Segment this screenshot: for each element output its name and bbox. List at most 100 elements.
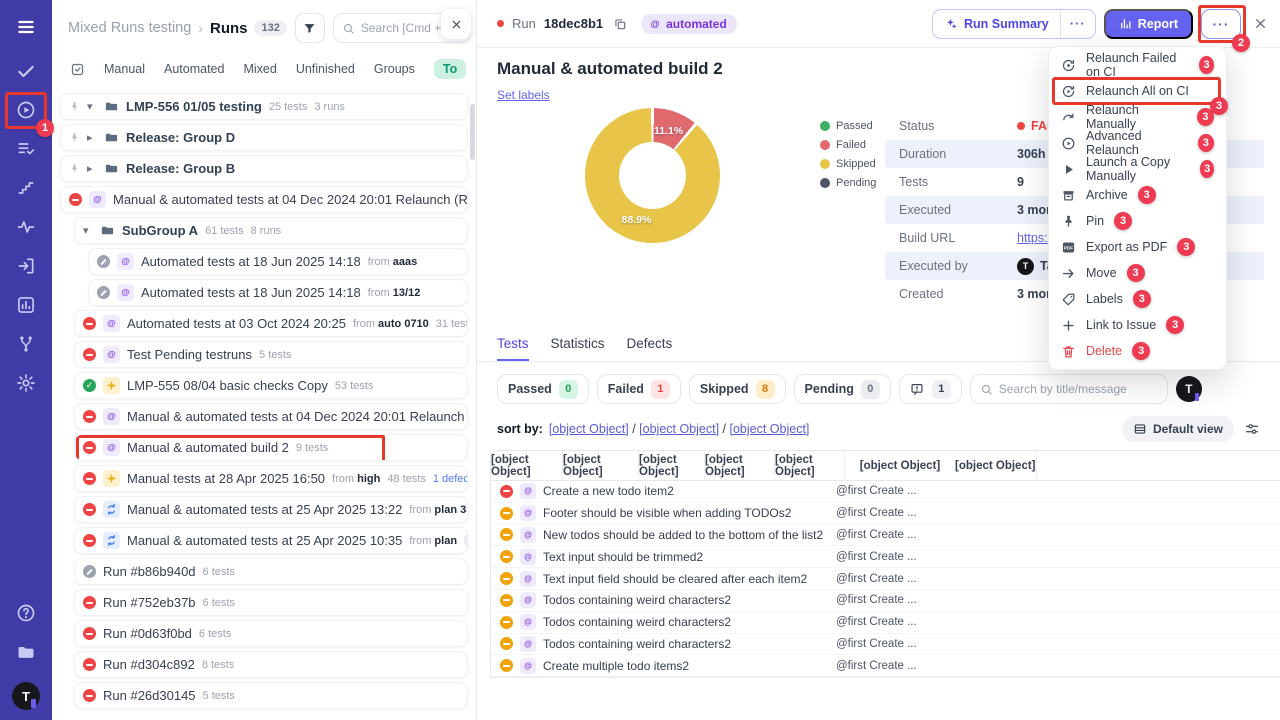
chevron-icon[interactable] xyxy=(83,224,93,237)
runs-filter-tab[interactable]: Unfinished xyxy=(296,62,355,76)
run-detail-tab[interactable]: Statistics xyxy=(551,336,605,361)
tests-search[interactable] xyxy=(969,374,1168,404)
settings-gear-icon[interactable] xyxy=(9,370,43,396)
table-column-header[interactable]: [object Object] xyxy=(775,451,845,480)
test-title[interactable]: Todos containing weird characters2 xyxy=(543,615,731,629)
runs-filter-tab[interactable]: Groups xyxy=(374,62,415,76)
runs-filter-tab[interactable]: Automated xyxy=(164,62,224,76)
table-column-header[interactable]: [object Object] xyxy=(705,451,775,480)
table-row[interactable]: Footer should be visible when adding TOD… xyxy=(491,503,1280,525)
table-row[interactable]: New todos should be added to the bottom … xyxy=(491,525,1280,547)
branches-icon[interactable] xyxy=(9,331,43,357)
more-actions-button[interactable]: ··· xyxy=(1201,8,1241,39)
run-list-item[interactable]: Test Pending testruns 5 tests ⚙ xyxy=(74,341,468,368)
runs-filter-tab[interactable]: To xyxy=(433,59,467,79)
runs-filter-tab[interactable]: Manual xyxy=(104,62,145,76)
panel-close-button[interactable] xyxy=(441,9,471,39)
scrollbar-thumb[interactable] xyxy=(470,104,475,160)
sort-option-link[interactable]: [object Object] xyxy=(639,422,729,436)
table-row[interactable]: Text input field should be cleared after… xyxy=(491,568,1280,590)
automated-badge[interactable]: automated xyxy=(641,13,737,34)
test-title[interactable]: Text input field should be cleared after… xyxy=(543,572,807,586)
menu-item[interactable]: Pin 3 xyxy=(1049,208,1226,234)
status-filter-chip[interactable]: Failed 1 xyxy=(596,374,681,404)
user-avatar[interactable]: T xyxy=(12,682,40,710)
menu-item[interactable]: Relaunch Manually 3 xyxy=(1049,103,1226,131)
chevron-icon[interactable] xyxy=(87,131,97,144)
analytics-icon[interactable] xyxy=(9,292,43,318)
run-detail-tab[interactable]: Tests xyxy=(497,336,529,361)
run-list-item[interactable]: Automated tests at 03 Oct 2024 20:25 fro… xyxy=(74,310,468,337)
run-list-item[interactable]: Manual & automated tests at 25 Apr 2025 … xyxy=(74,527,468,554)
run-list-item[interactable]: Manual & automated build 2 9 tests ⚙ xyxy=(74,434,468,461)
test-suite[interactable]: @first Create ... xyxy=(836,507,976,519)
test-title[interactable]: Create a new todo item2 xyxy=(543,484,674,498)
chevron-icon[interactable] xyxy=(87,100,97,113)
test-suite[interactable]: @first Create ... xyxy=(836,551,976,563)
chevron-icon[interactable] xyxy=(87,162,97,175)
test-suite[interactable]: @first Create ... xyxy=(836,573,976,585)
table-row[interactable]: Create multiple todo items2 @first Creat… xyxy=(491,655,1280,678)
test-title[interactable]: New todos should be added to the bottom … xyxy=(543,528,823,542)
run-detail-tab[interactable]: Defects xyxy=(627,336,673,361)
pulse-icon[interactable] xyxy=(9,214,43,240)
test-suite[interactable]: @first Create ... xyxy=(836,660,976,672)
table-column-header[interactable]: [object Object] xyxy=(845,451,955,480)
run-list-item[interactable]: Manual & automated tests at 04 Dec 2024 … xyxy=(60,186,468,213)
close-icon[interactable] xyxy=(1253,16,1268,31)
menu-item[interactable]: Launch a Copy Manually 3 xyxy=(1049,155,1226,183)
run-defects-count[interactable]: 1 defects xyxy=(433,473,467,485)
menu-item[interactable]: Delete 3 xyxy=(1049,338,1226,364)
set-labels-link[interactable]: Set labels xyxy=(497,88,550,102)
run-list-item[interactable]: Run #d304c892 8 tests ⚙ xyxy=(74,651,468,678)
menu-item[interactable]: Advanced Relaunch 3 xyxy=(1049,129,1226,157)
menu-item[interactable]: Archive 3 xyxy=(1049,182,1226,208)
run-list-item[interactable]: Run #b86b940d 6 tests ⚙ xyxy=(74,558,468,585)
run-list-item[interactable]: Run #0d63f0bd 6 tests ⚙ xyxy=(74,620,468,647)
sort-option-link[interactable]: [object Object] xyxy=(549,422,639,436)
table-row[interactable]: Create a new todo item2 @first Create ..… xyxy=(491,481,1280,503)
table-column-header[interactable]: [object Object] xyxy=(955,451,1037,480)
checks-icon[interactable] xyxy=(9,58,43,84)
test-suite[interactable]: @first Create ... xyxy=(836,594,976,606)
test-plans-icon[interactable] xyxy=(9,136,43,162)
run-list-item[interactable]: Automated tests at 18 Jun 2025 14:18 fro… xyxy=(88,279,468,306)
sort-option-link[interactable]: [object Object] xyxy=(730,422,810,436)
filter-button[interactable] xyxy=(294,13,325,43)
test-title[interactable]: Footer should be visible when adding TOD… xyxy=(543,506,791,520)
test-suite[interactable]: @first Create ... xyxy=(836,638,976,650)
select-all-icon[interactable] xyxy=(70,62,85,77)
menu-item[interactable]: Relaunch All on CI 3 xyxy=(1049,77,1228,115)
menu-item[interactable]: Labels 3 xyxy=(1049,286,1226,312)
view-settings-icon[interactable] xyxy=(1244,421,1260,437)
test-title[interactable]: Todos containing weird characters2 xyxy=(543,637,731,651)
run-summary-button[interactable]: Run Summary ··· xyxy=(931,8,1096,39)
run-summary-more-button[interactable]: ··· xyxy=(1059,9,1095,38)
table-row[interactable]: Todos containing weird characters2 @firs… xyxy=(491,590,1280,612)
run-list-item[interactable]: Manual & automated tests at 25 Apr 2025 … xyxy=(74,496,468,523)
runs-play-icon[interactable] xyxy=(9,97,43,123)
run-list-item[interactable]: Run #26d30145 5 tests ⚙ xyxy=(74,682,468,709)
menu-item[interactable]: Export as PDF 3 xyxy=(1049,234,1226,260)
report-button[interactable]: Report xyxy=(1103,8,1193,39)
help-icon[interactable] xyxy=(9,600,43,626)
milestones-icon[interactable] xyxy=(9,175,43,201)
tests-search-input[interactable] xyxy=(998,382,1158,396)
menu-item[interactable]: Move 3 xyxy=(1049,260,1226,286)
import-icon[interactable] xyxy=(9,253,43,279)
run-list-item[interactable]: LMP-556 01/05 testing 25 tests 3 runs ⚙ xyxy=(60,93,468,120)
test-title[interactable]: Create multiple todo items2 xyxy=(543,659,689,673)
runs-filter-tab[interactable]: Mixed xyxy=(243,62,276,76)
status-filter-chip[interactable]: Pending 0 xyxy=(793,374,891,404)
menu-item[interactable]: Relaunch Failed on CI 3 xyxy=(1049,51,1226,79)
status-filter-chip[interactable]: Passed 0 xyxy=(497,374,589,404)
run-list-item[interactable]: Release: Group D ⚙ xyxy=(60,124,468,151)
run-list-item[interactable]: Release: Group B ⚙ xyxy=(60,155,468,182)
table-row[interactable]: Todos containing weird characters2 @firs… xyxy=(491,634,1280,656)
default-view-button[interactable]: Default view xyxy=(1121,416,1234,442)
table-column-header[interactable]: [object Object] xyxy=(639,451,705,480)
projects-folder-icon[interactable] xyxy=(9,639,43,665)
comments-filter-chip[interactable]: 1 xyxy=(898,374,962,404)
table-column-header[interactable]: [object Object] xyxy=(491,451,563,480)
test-title[interactable]: Text input should be trimmed2 xyxy=(543,550,703,564)
